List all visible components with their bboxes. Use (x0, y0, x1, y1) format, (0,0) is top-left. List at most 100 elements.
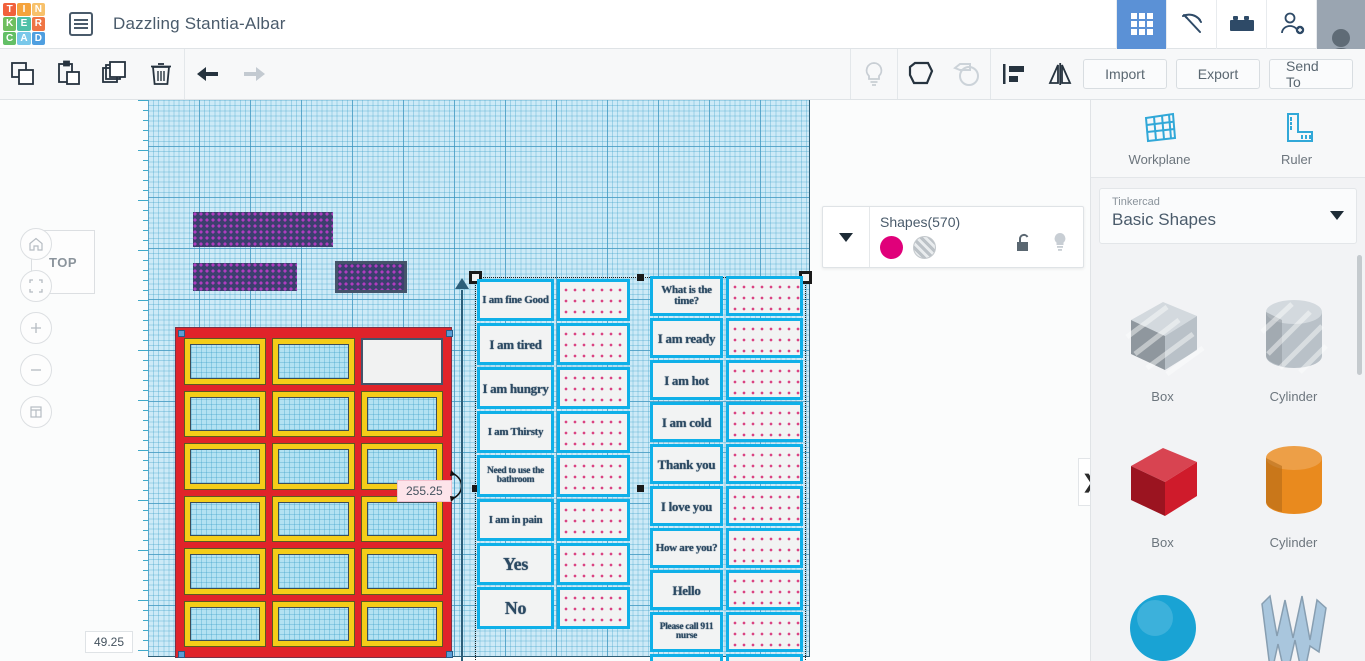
braille-card[interactable] (557, 587, 630, 629)
braille-card[interactable] (557, 543, 630, 585)
tray-handle-bl[interactable] (178, 651, 185, 658)
ruler-tool[interactable]: Ruler (1228, 100, 1365, 177)
tray-slot[interactable] (360, 548, 443, 595)
panel-collapse-handle[interactable]: ❯ (1078, 458, 1090, 506)
ungroup-icon[interactable] (944, 49, 990, 99)
text-card[interactable]: Yes (477, 543, 554, 585)
card-pair-row[interactable]: I am cold (650, 402, 803, 442)
text-card[interactable]: I am Thirsty (477, 411, 554, 453)
text-card[interactable]: How are you? (650, 528, 723, 568)
shape-item-scribble[interactable]: Scribble (1228, 556, 1359, 661)
shape-item-cylinder-hole[interactable]: Cylinder (1228, 264, 1359, 404)
lego-brick-icon[interactable] (1216, 0, 1266, 49)
selection-handle-tm[interactable] (637, 274, 644, 281)
group-icon[interactable] (898, 49, 944, 99)
braille-card[interactable] (726, 276, 803, 316)
text-card[interactable]: My name is Kyle (650, 654, 723, 661)
braille-block-large[interactable] (193, 212, 333, 247)
card-pair-row[interactable]: Please call 911 nurse (650, 612, 803, 652)
text-card[interactable]: I am fine Good (477, 279, 554, 321)
home-view-icon[interactable] (20, 228, 52, 260)
undo-icon[interactable] (185, 49, 231, 99)
project-list-icon[interactable] (69, 12, 93, 36)
tray-slot[interactable] (272, 495, 355, 542)
shape-grid[interactable]: Box Cylinder Box Cylinder SphereScribble (1091, 254, 1365, 661)
card-pair-row[interactable]: I am Thirsty (477, 411, 630, 453)
card-column-1[interactable]: I am fine Good I am tired I am hungry I am … (477, 279, 630, 629)
selection-handle-center[interactable] (637, 485, 644, 492)
tray-slot[interactable] (184, 443, 267, 490)
export-button[interactable]: Export (1176, 59, 1260, 89)
card-pair-row[interactable]: I am fine Good (477, 279, 630, 321)
tray-slot[interactable] (360, 600, 443, 647)
shape-item-cylinder[interactable]: Cylinder (1228, 410, 1359, 550)
shape-item-box[interactable]: Box (1097, 410, 1228, 550)
braille-card[interactable] (557, 499, 630, 541)
shape-library-select[interactable]: Tinkercad Basic Shapes (1099, 188, 1357, 244)
tray-slot[interactable] (360, 495, 443, 542)
rotation-arc-icon[interactable] (448, 466, 470, 513)
text-card[interactable]: What is the time? (650, 276, 723, 316)
color-swatch[interactable] (880, 236, 903, 259)
card-pair-row[interactable]: How are you? (650, 528, 803, 568)
redo-icon[interactable] (231, 49, 277, 99)
card-pair-row[interactable]: I am hungry (477, 367, 630, 409)
card-pair-row[interactable]: I love you (650, 486, 803, 526)
tray-slot[interactable] (184, 600, 267, 647)
text-card[interactable]: Need to use the bathroom (477, 455, 554, 497)
shapes-selection-panel[interactable]: Shapes(570) (822, 206, 1084, 268)
text-card[interactable]: No (477, 587, 554, 629)
fit-to-view-icon[interactable] (20, 270, 52, 302)
mirror-icon[interactable] (1037, 49, 1083, 99)
card-pair-row[interactable]: I am ready (650, 318, 803, 358)
perspective-toggle-icon[interactable] (20, 396, 52, 428)
text-card[interactable]: Please call 911 nurse (650, 612, 723, 652)
duplicate-icon[interactable] (92, 49, 138, 99)
card-pair-row[interactable]: Need to use the bathroom (477, 455, 630, 497)
braille-card[interactable] (557, 455, 630, 497)
caret-down-icon[interactable] (823, 232, 869, 242)
tray-slot[interactable] (272, 390, 355, 437)
card-pair-row[interactable]: My name is Kyle (650, 654, 803, 661)
pickaxe-icon[interactable] (1166, 0, 1216, 49)
tray-slot[interactable] (360, 338, 443, 385)
lightbulb-icon[interactable] (851, 49, 897, 99)
card-pair-row[interactable]: Yes (477, 543, 630, 585)
zoom-out-icon[interactable] (20, 354, 52, 386)
panel-scrollbar-thumb[interactable] (1357, 255, 1362, 375)
tray-slot[interactable] (272, 548, 355, 595)
tinkercad-logo[interactable]: TINKERCAD (1, 1, 47, 47)
shape-lightbulb-icon[interactable] (1051, 231, 1069, 258)
tray-slot[interactable] (272, 338, 355, 385)
braille-card[interactable] (726, 528, 803, 568)
braille-card[interactable] (726, 360, 803, 400)
delete-trash-icon[interactable] (138, 49, 184, 99)
design-canvas[interactable]: 49.25 TOP 255.25 I am fine Good I am tir… (0, 100, 1090, 661)
braille-card[interactable] (726, 444, 803, 484)
tray-slot[interactable] (360, 390, 443, 437)
card-column-2[interactable]: What is the time? I am ready I am hot I am … (650, 276, 803, 661)
braille-card[interactable] (726, 318, 803, 358)
zoom-in-icon[interactable] (20, 312, 52, 344)
braille-card[interactable] (726, 486, 803, 526)
braille-block-medium[interactable] (193, 263, 297, 291)
tray-slot[interactable] (272, 443, 355, 490)
text-card[interactable]: I love you (650, 486, 723, 526)
text-card[interactable]: I am in pain (477, 499, 554, 541)
card-pair-row[interactable]: What is the time? (650, 276, 803, 316)
text-card[interactable]: Thank you (650, 444, 723, 484)
tray-slot[interactable] (184, 548, 267, 595)
braille-card[interactable] (726, 402, 803, 442)
braille-card[interactable] (557, 323, 630, 365)
hole-swatch[interactable] (913, 236, 937, 259)
braille-card[interactable] (557, 411, 630, 453)
send-to-button[interactable]: Send To (1269, 58, 1353, 90)
braille-card[interactable] (557, 279, 630, 321)
align-icon[interactable] (991, 49, 1037, 99)
card-pair-row[interactable]: I am hot (650, 360, 803, 400)
tray-slot[interactable] (272, 600, 355, 647)
unlock-icon[interactable] (1015, 233, 1033, 258)
text-card[interactable]: I am cold (650, 402, 723, 442)
tray-handle-br[interactable] (446, 651, 453, 658)
braille-card[interactable] (557, 367, 630, 409)
